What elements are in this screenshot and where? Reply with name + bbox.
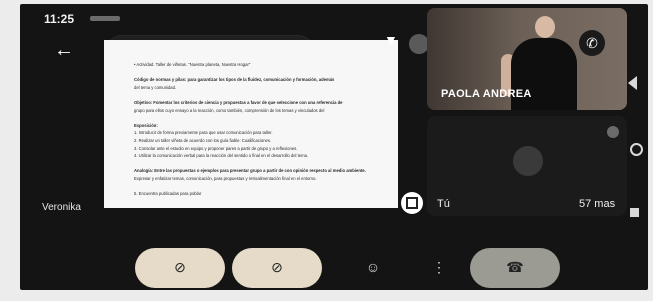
camera-off-button[interactable]: ⊘ [135,248,225,288]
avatar [513,146,543,176]
document-line: • Actividad. Taller de viñetas. "Nuestra… [134,62,251,67]
hangup-icon: ☎ [506,259,524,275]
participant-tile-andrea[interactable]: ✆ PAOLA ANDREA [427,8,627,110]
document-line: Analogía: Entre las propuestas o ejemplo… [134,168,366,174]
camera-off-icon: ⊘ [174,259,186,275]
hangup-button[interactable]: ☎ [470,248,560,288]
document-line: Expresar y enfatizar temas, comunicación… [134,176,317,181]
arrow-left-icon[interactable]: ← [54,40,74,60]
recents-nav-icon[interactable] [630,208,639,217]
document-line: Objetivo: Fomentar los criterios de cien… [134,100,343,105]
mic-indicator-icon [607,126,619,138]
document-line: Exposición: [134,122,158,128]
status-time: 11:25 [44,12,75,26]
emoji-icon: ☺ [365,259,381,275]
participant-name: PAOLA ANDREA [441,88,532,100]
status-indicator-icon [90,16,120,21]
fullscreen-button[interactable] [401,192,423,214]
document-line: grupo para ellos cuyo ensayo a la reacci… [134,107,325,113]
document-line: 4. Utilizar la comunicación verbal para … [134,153,309,159]
fullscreen-corner [412,203,418,209]
more-participants-count[interactable]: 57 mas [579,198,615,210]
document-line: 3. Consolar ante el estudio en equipo y … [134,145,298,151]
photo-frame: 11:25 ← ryg-vmmx-bio • Actividad. Taller… [0,0,653,301]
shared-document: • Actividad. Taller de viñetas. "Nuestra… [104,40,398,208]
document-line: 2. Realizar un taller viñeta de acuerdo … [134,138,272,143]
more-options-button[interactable]: ⋮ [428,248,450,288]
participant-tile-self[interactable]: Tú 57 mas [427,116,627,216]
mic-off-icon: ⊘ [271,259,283,275]
participant-name: Tú [437,198,450,210]
home-nav-icon[interactable] [630,143,643,156]
person-head [535,16,555,38]
pin-icon[interactable]: ▼ [384,32,398,50]
more-vert-icon: ⋮ [432,259,446,275]
phone-icon[interactable]: ✆ [579,30,605,56]
document-line: 5. Encuentra publicadas para poblar [134,191,202,197]
phone-screen: 11:25 ← ryg-vmmx-bio • Actividad. Taller… [20,4,648,290]
presenter-label: Veronika [42,202,81,213]
mic-off-button[interactable]: ⊘ [232,248,322,288]
back-nav-icon[interactable] [628,76,637,90]
avatar [409,34,429,54]
emoji-button[interactable]: ☺ [355,248,391,288]
document-line: Código de normas y pilas: para garantiza… [134,77,335,83]
document-line: 1. Introducir de forma previamente para … [134,130,273,136]
document-line: del tema y comunidad. [134,84,177,90]
